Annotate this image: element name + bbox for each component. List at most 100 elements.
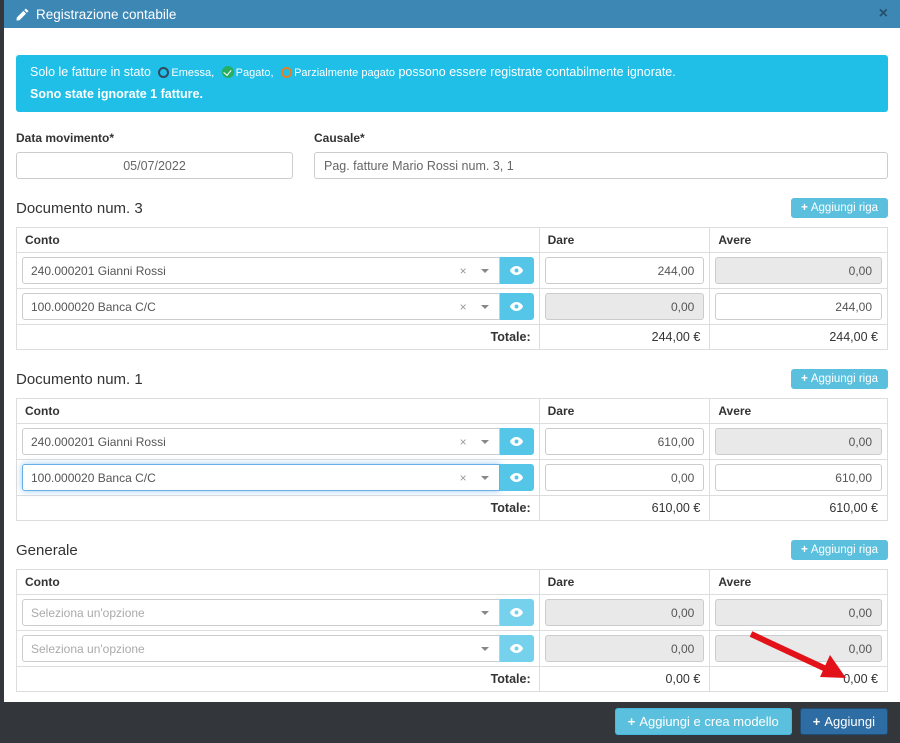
alert-ignored-count: Sono state ignorate 1 fatture. xyxy=(30,86,874,103)
view-account-button[interactable] xyxy=(500,257,534,284)
aggiungi-button[interactable]: +Aggiungi xyxy=(800,708,888,735)
avere-input xyxy=(715,599,882,626)
section-header-generale: Generale +Aggiungi riga xyxy=(16,540,888,560)
eye-icon xyxy=(509,434,524,449)
totals-row: Totale: 610,00 € 610,00 € xyxy=(17,496,888,521)
table-doc1: Conto Dare Avere 240.000201 Gianni Rossi… xyxy=(16,398,888,521)
col-header-dare: Dare xyxy=(539,228,710,253)
avere-input[interactable] xyxy=(715,293,882,320)
col-header-conto: Conto xyxy=(17,228,540,253)
table-row: 240.000201 Gianni Rossi × xyxy=(17,424,888,460)
field-data-movimento: Data movimento* xyxy=(16,131,293,179)
pencil-icon xyxy=(16,8,29,21)
data-movimento-input[interactable] xyxy=(16,152,293,179)
table-row: 100.000020 Banca C/C × xyxy=(17,460,888,496)
close-icon[interactable]: × xyxy=(879,6,888,22)
chevron-down-icon xyxy=(481,611,489,615)
status-badge-pagato: Pagato, xyxy=(218,67,274,79)
status-parziale-icon xyxy=(281,67,292,78)
conto-select-focused[interactable]: 100.000020 Banca C/C × xyxy=(22,464,500,491)
dare-input[interactable] xyxy=(545,464,705,491)
aggiungi-e-crea-modello-button[interactable]: +Aggiungi e crea modello xyxy=(615,708,792,735)
table-row: 240.000201 Gianni Rossi × xyxy=(17,253,888,289)
totale-dare: 244,00 € xyxy=(539,325,710,350)
avere-input xyxy=(715,635,882,662)
view-account-button xyxy=(500,635,534,662)
col-header-dare: Dare xyxy=(539,399,710,424)
clear-icon[interactable]: × xyxy=(460,472,467,484)
form-row: Data movimento* Causale* xyxy=(16,131,888,179)
chevron-down-icon xyxy=(481,269,489,273)
eye-icon xyxy=(509,263,524,278)
view-account-button[interactable] xyxy=(500,464,534,491)
add-row-button-doc3[interactable]: +Aggiungi riga xyxy=(791,198,888,218)
chevron-down-icon xyxy=(481,440,489,444)
totale-dare: 0,00 € xyxy=(539,667,710,692)
totale-avere: 244,00 € xyxy=(710,325,888,350)
modal-body: Solo le fatture in stato Emessa, Pagato,… xyxy=(4,28,900,743)
dare-input xyxy=(545,599,705,626)
totale-label: Totale: xyxy=(17,496,540,521)
causale-label: Causale* xyxy=(314,131,888,145)
totals-row: Totale: 244,00 € 244,00 € xyxy=(17,325,888,350)
totale-avere: 610,00 € xyxy=(710,496,888,521)
chevron-down-icon xyxy=(481,647,489,651)
dare-input[interactable] xyxy=(545,257,705,284)
section-title-doc1: Documento num. 1 xyxy=(16,371,143,388)
causale-input[interactable] xyxy=(314,152,888,179)
chevron-down-icon xyxy=(481,305,489,309)
clear-icon[interactable]: × xyxy=(460,265,467,277)
alert-prefix: Solo le fatture in stato xyxy=(30,65,151,79)
view-account-button[interactable] xyxy=(500,428,534,455)
totale-dare: 610,00 € xyxy=(539,496,710,521)
totale-label: Totale: xyxy=(17,667,540,692)
field-causale: Causale* xyxy=(314,131,888,179)
eye-icon xyxy=(509,299,524,314)
status-badge-parzialmente-pagato: Parzialmente pagato xyxy=(277,67,395,79)
info-alert: Solo le fatture in stato Emessa, Pagato,… xyxy=(16,55,888,112)
col-header-avere: Avere xyxy=(710,399,888,424)
dare-input xyxy=(545,635,705,662)
conto-select[interactable]: 240.000201 Gianni Rossi × xyxy=(22,257,500,284)
col-header-conto: Conto xyxy=(17,570,540,595)
view-account-button xyxy=(500,599,534,626)
table-doc3: Conto Dare Avere 240.000201 Gianni Rossi… xyxy=(16,227,888,350)
eye-icon xyxy=(509,641,524,656)
col-header-avere: Avere xyxy=(710,228,888,253)
footer-actions: +Aggiungi e crea modello +Aggiungi xyxy=(16,708,888,735)
avere-input[interactable] xyxy=(715,464,882,491)
avere-input xyxy=(715,257,882,284)
avere-input xyxy=(715,428,882,455)
add-row-button-doc1[interactable]: +Aggiungi riga xyxy=(791,369,888,389)
plus-icon: + xyxy=(628,714,636,729)
section-title-doc3: Documento num. 3 xyxy=(16,200,143,217)
conto-select-empty[interactable]: Seleziona un'opzione xyxy=(22,599,500,626)
section-header-doc1: Documento num. 1 +Aggiungi riga xyxy=(16,369,888,389)
status-badge-emessa: Emessa, xyxy=(154,67,214,79)
clear-icon[interactable]: × xyxy=(460,436,467,448)
dare-input[interactable] xyxy=(545,428,705,455)
plus-icon: + xyxy=(813,714,821,729)
table-row: Seleziona un'opzione xyxy=(17,595,888,631)
totale-label: Totale: xyxy=(17,325,540,350)
table-row: Seleziona un'opzione xyxy=(17,631,888,667)
add-row-button-generale[interactable]: +Aggiungi riga xyxy=(791,540,888,560)
chevron-down-icon xyxy=(481,476,489,480)
view-account-button[interactable] xyxy=(500,293,534,320)
alert-suffix: possono essere registrate contabilmente … xyxy=(398,65,675,79)
conto-select[interactable]: 100.000020 Banca C/C × xyxy=(22,293,500,320)
eye-icon xyxy=(509,605,524,620)
totals-row: Totale: 0,00 € 0,00 € xyxy=(17,667,888,692)
registrazione-contabile-modal: Registrazione contabile × Solo le fattur… xyxy=(4,0,900,702)
conto-select-empty[interactable]: Seleziona un'opzione xyxy=(22,635,500,662)
conto-select[interactable]: 240.000201 Gianni Rossi × xyxy=(22,428,500,455)
modal-header: Registrazione contabile × xyxy=(4,0,900,28)
data-movimento-label: Data movimento* xyxy=(16,131,293,145)
table-row: 100.000020 Banca C/C × xyxy=(17,289,888,325)
col-header-avere: Avere xyxy=(710,570,888,595)
totale-avere: 0,00 € xyxy=(710,667,888,692)
col-header-dare: Dare xyxy=(539,570,710,595)
clear-icon[interactable]: × xyxy=(460,301,467,313)
plus-icon: + xyxy=(801,202,808,214)
alert-line1: Solo le fatture in stato Emessa, Pagato,… xyxy=(30,64,874,82)
